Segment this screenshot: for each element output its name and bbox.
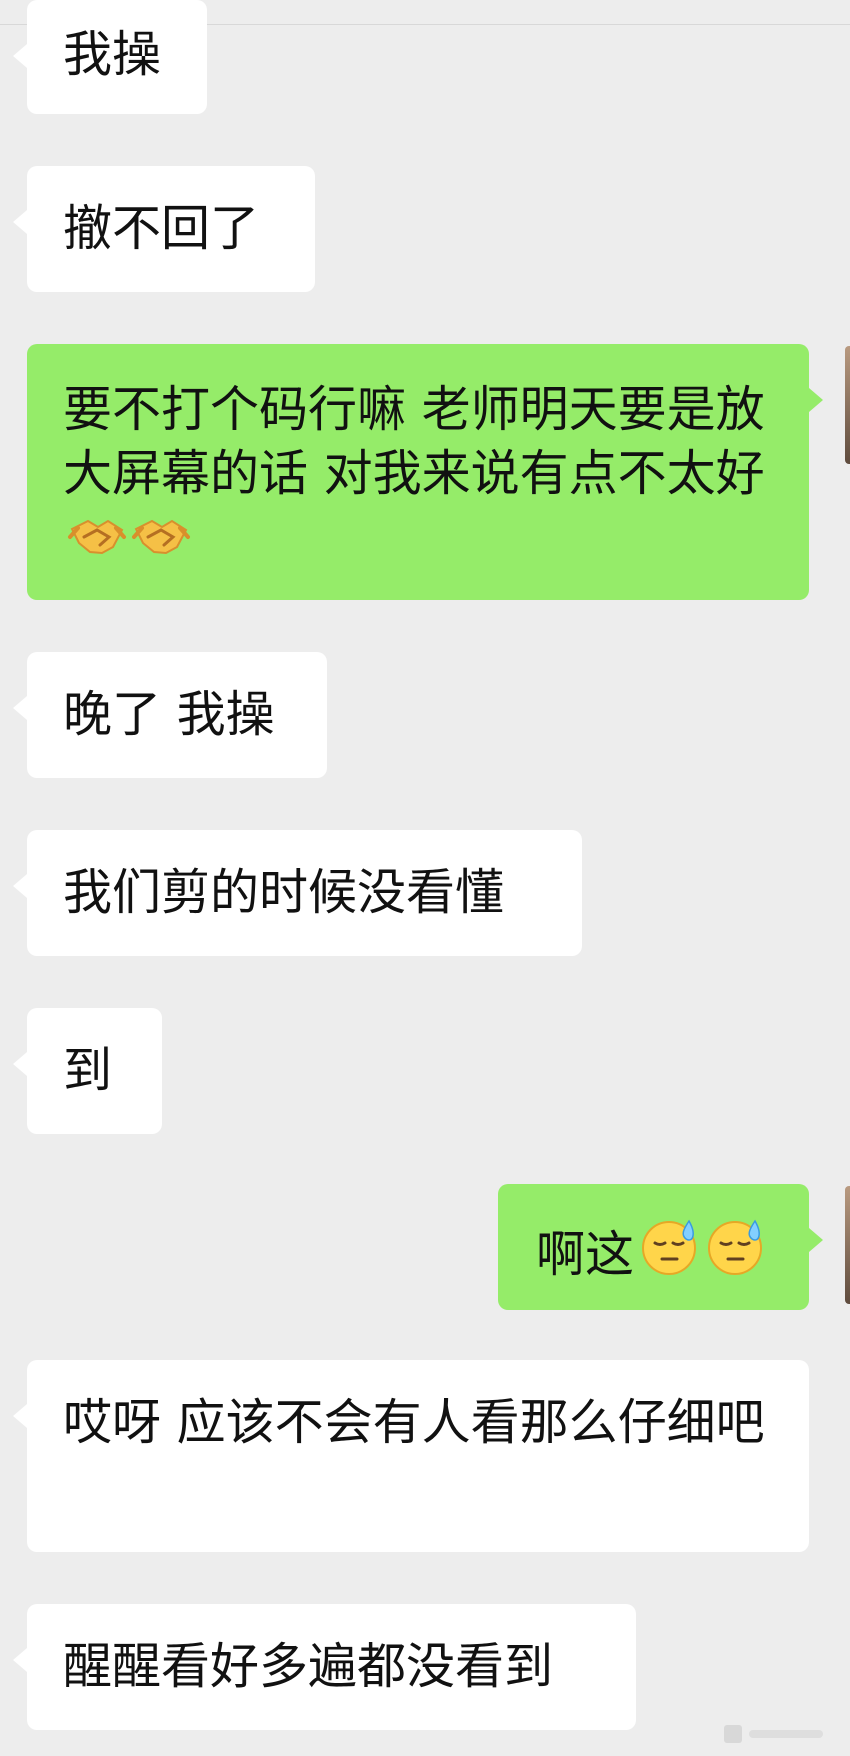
- message-bubble-sent[interactable]: 啊这: [498, 1184, 823, 1310]
- message-bubble-sent[interactable]: 要不打个码行嘛 老师明天要是放大屏幕的话 对我来说有点不太好: [27, 344, 823, 600]
- message-text: 到: [63, 1042, 113, 1099]
- message-text: 啊这: [536, 1226, 635, 1283]
- message-text: 醒醒看好多遍都没看到: [63, 1638, 554, 1695]
- chat-screen: 我操 撤不回了 要不打个码行嘛 老师明天要是放大屏幕的话 对我来说有点不太好 晚…: [0, 0, 850, 1756]
- message-bubble-received[interactable]: 醒醒看好多遍都没看到: [13, 1604, 636, 1730]
- message-bubble-received[interactable]: 到: [13, 1008, 162, 1134]
- message-bubble-received[interactable]: 我们剪的时候没看懂: [13, 830, 582, 956]
- avatar[interactable]: [845, 1186, 850, 1304]
- message-text: 要不打个码行嘛 老师明天要是放大屏幕的话 对我来说有点不太好: [63, 381, 765, 502]
- watermark-mark: [724, 1725, 823, 1743]
- message-bubble-received[interactable]: 撤不回了: [13, 166, 315, 292]
- message-text: 哎呀 应该不会有人看那么仔细吧: [63, 1394, 765, 1451]
- handshake-icon: [131, 512, 191, 576]
- message-text: 我操: [63, 26, 162, 83]
- downcast-sweat-face-icon: [704, 1215, 766, 1293]
- message-bubble-received[interactable]: 哎呀 应该不会有人看那么仔细吧: [13, 1360, 809, 1552]
- avatar[interactable]: [845, 346, 850, 464]
- message-text: 晚了 我操: [63, 686, 275, 743]
- message-bubble-received[interactable]: 晚了 我操: [13, 652, 327, 778]
- downcast-sweat-face-icon: [638, 1215, 700, 1293]
- message-bubble-received[interactable]: 我操: [13, 0, 207, 114]
- handshake-icon: [67, 512, 127, 576]
- message-text: 我们剪的时候没看懂: [63, 864, 505, 921]
- message-text: 撤不回了: [63, 200, 260, 257]
